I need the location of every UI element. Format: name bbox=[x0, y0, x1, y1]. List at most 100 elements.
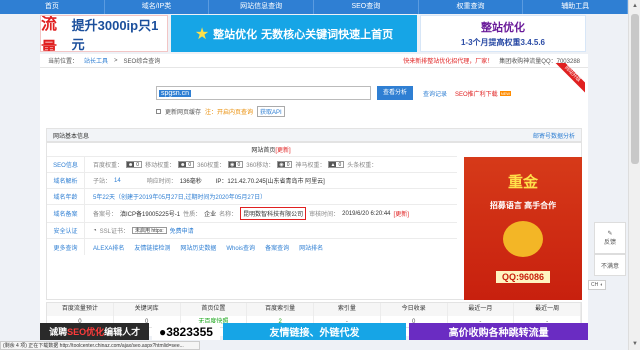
more-alexa[interactable]: ALEXA排名 bbox=[93, 243, 124, 252]
analyze-button[interactable]: 查看分析 bbox=[377, 86, 413, 100]
seo-items: 百度权重： ☻ 0 移动权重： ☻ 0 360权重： ◉ 0 360移动： ◉ 0 神马… bbox=[85, 160, 377, 169]
shenma-icon: ▲ bbox=[329, 162, 337, 168]
feedback-label: 反馈 bbox=[603, 240, 616, 246]
row-more: 更多查询 ALEXA排名 友情链接检测 网站历史数据 Whois查询 备案查询 … bbox=[47, 239, 457, 255]
inner-page-note[interactable]: 注：开启内页查询 bbox=[205, 107, 253, 116]
banner-seo[interactable]: ★ 整站优化 无数核心关键词快速上首页 bbox=[171, 15, 417, 52]
banner-hiring[interactable]: 诚聘 SEO优化 编辑人才 bbox=[40, 323, 150, 340]
row-security: 安全认证 ◔ SSL证书： 未启用 https: 免费申请 bbox=[47, 223, 457, 239]
more-whois[interactable]: Whois查询 bbox=[226, 243, 255, 252]
refresh-label: 更新网页缓存 bbox=[165, 110, 202, 116]
site-home-label: 网站首页 bbox=[251, 148, 276, 154]
more-icp[interactable]: 备案查询 bbox=[265, 243, 289, 252]
nature-label: 性质： bbox=[183, 212, 202, 218]
baidu-weight-value: 0 bbox=[136, 161, 140, 168]
icp-label: 域名备案 bbox=[47, 205, 85, 222]
search-value: spgsn.cn bbox=[159, 89, 192, 97]
name-label: 名称： bbox=[219, 212, 238, 218]
crumb-label: 当前位置： bbox=[48, 59, 79, 65]
top-banners: 流量 提升3000ip只1元 ★ 整站优化 无数核心关键词快速上首页 整站优化 … bbox=[40, 15, 588, 52]
w360-badge[interactable]: ◉ 0 bbox=[228, 161, 244, 168]
age-value: 5年22天（创建于2019年05月27日,过期时间为2020年05月27日） bbox=[93, 195, 267, 201]
qq-number: 3823355 bbox=[166, 324, 213, 339]
banner-seo-title: 整站优化 bbox=[213, 28, 258, 41]
more-links[interactable]: 友情链接检测 bbox=[134, 243, 170, 252]
ribbon-text: 网站升级 bbox=[555, 63, 585, 93]
stats-head: 最近一周 bbox=[514, 303, 581, 316]
api-button[interactable]: 获取API bbox=[257, 106, 285, 117]
shenma-badge[interactable]: ▲ 0 bbox=[328, 161, 345, 168]
domain-label: 域名解析 bbox=[47, 173, 85, 188]
crumb-link-seo[interactable]: SEO综合查询 bbox=[124, 56, 161, 65]
check-label: 审核时间： bbox=[309, 212, 340, 218]
check-update-link[interactable]: [更新] bbox=[394, 209, 409, 218]
nav-weight[interactable]: 权重查询 bbox=[419, 0, 524, 14]
loading-icon: ◔ bbox=[93, 227, 97, 234]
banner-traffic-buy[interactable]: 高价收购各种跳转流量 bbox=[409, 323, 588, 340]
ssl-label: SSL证书： bbox=[99, 229, 129, 235]
row-site-home: 网站首页 [更新] bbox=[47, 143, 457, 157]
sub-count-value[interactable]: 14 bbox=[114, 178, 121, 184]
search-input[interactable]: spgsn.cn bbox=[156, 86, 371, 100]
site-home-update[interactable]: [更新] bbox=[275, 145, 290, 154]
w360m-label: 360移动： bbox=[246, 163, 275, 169]
hiring-text-b: SEO优化 bbox=[67, 327, 105, 337]
ssl-apply-link[interactable]: 免费申请 bbox=[170, 226, 194, 235]
banner-weight[interactable]: 整站优化 1-3个月提高权重3.4.5.6 bbox=[420, 15, 586, 52]
scrollbar[interactable]: ▲ ▼ bbox=[628, 0, 640, 350]
banner-traffic-text: 提升3000ip只1元 bbox=[71, 17, 159, 52]
nav-seo[interactable]: SEO查询 bbox=[314, 0, 419, 14]
scroll-down-icon[interactable]: ▼ bbox=[631, 340, 639, 348]
shenma-value: 0 bbox=[338, 161, 342, 168]
paw-icon: ☻ bbox=[179, 162, 187, 168]
top-nav: 首页 域名/IP类 网站信息查询 SEO查询 权重查询 辅助工具 bbox=[0, 0, 629, 14]
domain-cell: 子站： 14 响应时间： 136毫秒 IP：121.42.70.245[山东省青… bbox=[85, 176, 325, 186]
info-box-link[interactable]: 邮寄号数据分析 bbox=[533, 131, 575, 140]
banner-qq[interactable]: ● 3823355 bbox=[152, 323, 220, 340]
age-label: 域名年龄 bbox=[47, 189, 85, 204]
ime-label: CH bbox=[591, 282, 599, 288]
scroll-up-icon[interactable]: ▲ bbox=[631, 2, 639, 10]
baidu-weight-badge[interactable]: ☻ 0 bbox=[126, 161, 143, 168]
dissatisfied-label: 不满意 bbox=[600, 263, 619, 270]
ime-mode-icon: ◐ bbox=[600, 282, 604, 288]
seo-label: SEO信息 bbox=[47, 157, 85, 172]
nav-home[interactable]: 首页 bbox=[0, 0, 105, 14]
nav-domain-ip[interactable]: 域名/IP类 bbox=[105, 0, 210, 14]
crumb-sep: > bbox=[114, 57, 118, 64]
ime-bar[interactable]: CH ◐ bbox=[588, 280, 607, 290]
icp-no-value: 滇ICP备19005225号-1 bbox=[120, 212, 181, 218]
security-label: 安全认证 bbox=[47, 223, 85, 238]
penguin-icon: ● bbox=[158, 324, 167, 339]
mobile-weight-value: 0 bbox=[188, 161, 192, 168]
crumb-link-tools[interactable]: 站长工具 bbox=[84, 56, 108, 65]
mobile-weight-badge[interactable]: ☻ 0 bbox=[178, 161, 195, 168]
breadcrumb: 当前位置： 站长工具 > SEO综合查询 快来新排整站优化招代理，厂家！ 集团收… bbox=[40, 54, 588, 68]
gold-coin-icon bbox=[503, 221, 543, 257]
stats-head: 百度流量预计 bbox=[47, 303, 114, 316]
more-history[interactable]: 网站历史数据 bbox=[180, 243, 216, 252]
scroll-thumb[interactable] bbox=[631, 14, 639, 164]
notice-link[interactable]: 快来新排整站优化招代理，厂家！ bbox=[403, 56, 493, 65]
nav-site-info[interactable]: 网站信息查询 bbox=[209, 0, 315, 14]
dissatisfied-button[interactable]: 不满意 bbox=[594, 254, 626, 276]
banner-links[interactable]: 友情链接、外链代发 bbox=[222, 323, 407, 340]
icp-no-label: 备案号： bbox=[93, 212, 118, 218]
w360m-badge[interactable]: ◉ 0 bbox=[277, 161, 293, 168]
history-link[interactable]: 查询记录 bbox=[423, 89, 447, 98]
side-ad[interactable]: 重金 招募语言 高手合作 QQ:96086 bbox=[464, 157, 582, 300]
more-rank[interactable]: 网站排名 bbox=[299, 243, 323, 252]
plugin-link[interactable]: SEO推广利下载 bbox=[455, 89, 498, 98]
row-seo: SEO信息 百度权重： ☻ 0 移动权重： ☻ 0 360权重： ◉ 0 360移动：… bbox=[47, 157, 457, 173]
ad-qq: QQ:96086 bbox=[495, 271, 551, 283]
nav-tools[interactable]: 辅助工具 bbox=[523, 0, 629, 14]
corner-ribbon[interactable]: 网站升级 bbox=[555, 63, 585, 93]
refresh-checkbox[interactable] bbox=[156, 109, 161, 114]
w360m-value: 0 bbox=[286, 161, 290, 168]
age-cell: 5年22天（创建于2019年05月27日,过期时间为2020年05月27日） bbox=[85, 192, 266, 201]
options-row: 更新网页缓存 注：开启内页查询 获取API bbox=[156, 106, 285, 117]
stats-header: 百度流量预计 关键词库 首页位置 百度索引量 索引量 今日收录 最近一月 最近一… bbox=[47, 303, 581, 316]
ssl-badge: 未启用 https: bbox=[131, 227, 167, 234]
feedback-button[interactable]: ✎ 反馈 bbox=[594, 222, 626, 254]
banner-traffic[interactable]: 流量 提升3000ip只1元 bbox=[40, 15, 168, 52]
